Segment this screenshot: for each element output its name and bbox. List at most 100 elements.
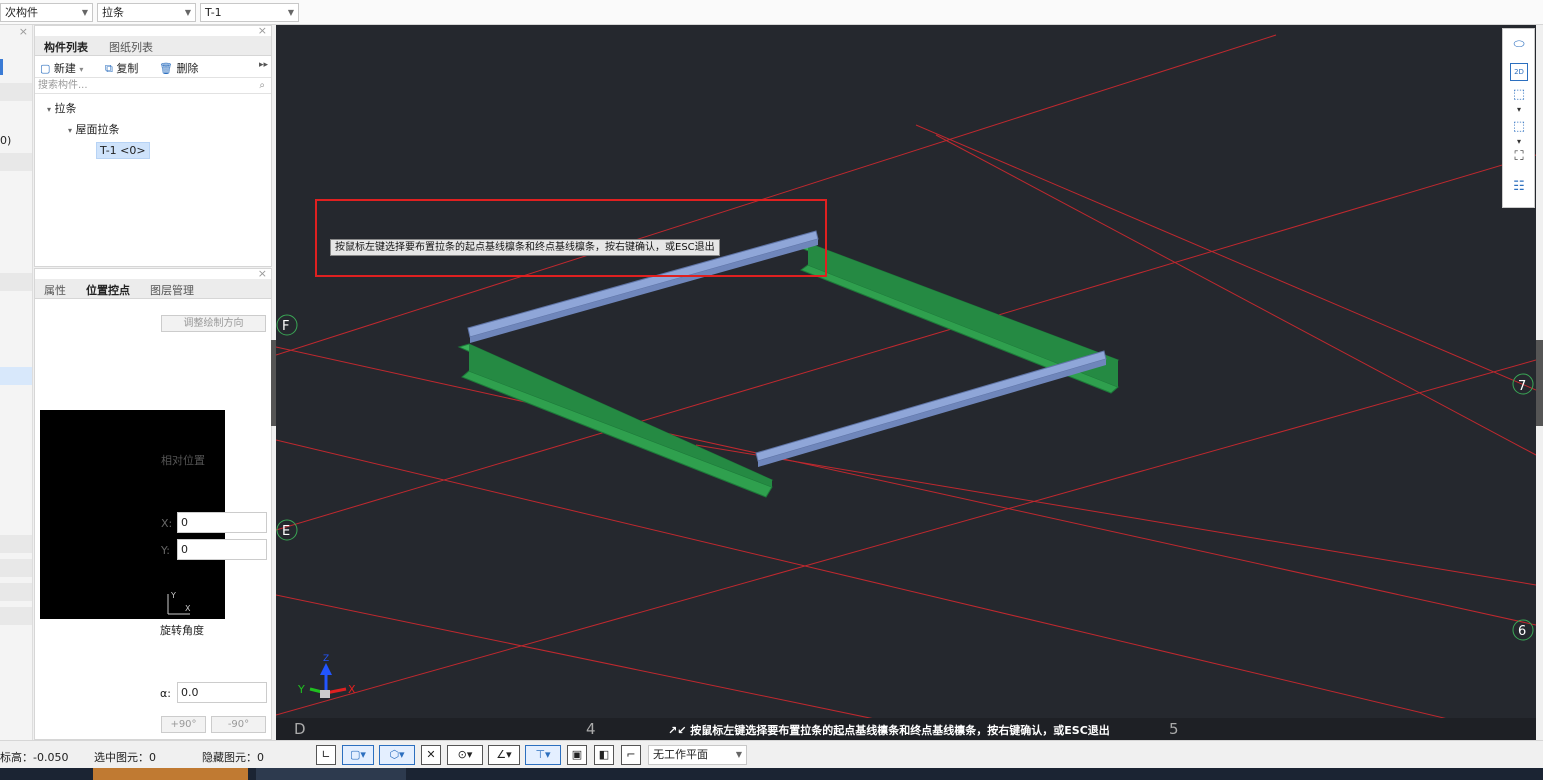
dynamic-input-button[interactable]: ⊤▾ [525, 745, 561, 765]
adjust-direction-button[interactable]: 调整绘制方向 [161, 315, 266, 332]
x-input[interactable]: 0 [177, 512, 267, 533]
axis-label-4: 4 [586, 720, 596, 738]
tab-position-control[interactable]: 位置控点 [86, 282, 130, 298]
orbit-icon[interactable]: ⬭ [1510, 37, 1528, 55]
angle-button[interactable]: ∠▾ [488, 745, 520, 765]
rotation-angle-label: 旋转角度 [160, 624, 204, 637]
new-label: 新建 [53, 62, 76, 75]
layer-icon[interactable]: ◧ [594, 745, 614, 765]
y-input[interactable]: 0 [177, 539, 267, 560]
search-icon[interactable]: ⌕ [259, 78, 265, 93]
chevron-down-icon: ▼ [184, 8, 191, 17]
curve-icon[interactable]: ⌐ [621, 745, 641, 765]
alpha-input[interactable]: 0.0 [177, 682, 267, 703]
axis-marker-7[interactable]: 7 [1512, 373, 1534, 395]
axis-label-F: F [282, 319, 289, 334]
tree-node-root[interactable]: ▾ 拉条 [47, 100, 77, 116]
tab-properties[interactable]: 属性 [44, 282, 66, 298]
gizmo-y-label: Y [297, 683, 305, 696]
viewport-canvas[interactable]: F E 7 6 X Y Z [276, 25, 1536, 740]
svg-text:X: X [185, 604, 191, 613]
component-tree: ▾ 拉条 ▾ 屋面拉条 T-1 <0> [35, 94, 271, 244]
delete-button[interactable]: 🗑 删除 [159, 60, 198, 76]
gizmo-z-label: Z [323, 654, 329, 664]
gizmo-x-label: X [348, 683, 356, 696]
chevron-down-icon: ▼ [287, 8, 294, 17]
axis-marker-6[interactable]: 6 [1512, 619, 1534, 641]
tie-rod-bottom[interactable] [755, 350, 1107, 467]
minus90-button[interactable]: -90° [211, 716, 266, 733]
ortho-icon[interactable]: ∟ [316, 745, 336, 765]
new-button[interactable]: ▢ 新建 ▾ [40, 60, 83, 76]
component-name-select[interactable]: T-1 ▼ [200, 3, 299, 22]
tree-node-child[interactable]: ▾ 屋面拉条 [68, 121, 120, 137]
axis-label-5: 5 [1169, 720, 1179, 738]
axis-label-D: D [294, 720, 306, 738]
copy-button[interactable]: ⧉ 复制 [105, 60, 138, 76]
component-subtype-select[interactable]: 拉条 ▼ [97, 3, 196, 22]
panel-collapse-handle[interactable] [1536, 340, 1543, 426]
taskbar-app[interactable] [256, 768, 406, 780]
y-label: Y: [161, 544, 170, 557]
cross-icon[interactable]: ✕ [421, 745, 441, 765]
axis-marker-F[interactable]: F [276, 314, 298, 336]
top-toolbar: 次构件 ▼ 拉条 ▼ T-1 ▼ [0, 0, 1543, 25]
work-plane-select[interactable]: 无工作平面 ▼ [648, 745, 747, 765]
selected-count: 选中图元：0 [94, 751, 156, 764]
x-label: X: [161, 517, 173, 530]
tree-node-selected[interactable]: T-1 <0> [96, 142, 150, 159]
chevron-down-icon: ▼ [81, 8, 88, 17]
grid-lines [276, 34, 1536, 740]
taskbar-app-active[interactable] [93, 768, 248, 780]
nav-band [0, 273, 32, 291]
elevation-readout: 标高：-0.050 [0, 751, 69, 764]
component-type-select[interactable]: 次构件 ▼ [0, 3, 93, 22]
nav-band [0, 153, 32, 171]
more-icon[interactable]: ▸▸ [259, 60, 268, 70]
nav-band [0, 83, 32, 101]
tab-component-list[interactable]: 构件列表 [44, 39, 88, 55]
axis-label-7: 7 [1518, 379, 1526, 394]
os-taskbar [0, 768, 1543, 780]
object-snap-button[interactable]: ⬡▾ [379, 745, 415, 765]
component-search-input[interactable]: 搜索构件... ⌕ [35, 78, 271, 94]
display-settings-icon[interactable]: ☷ [1510, 179, 1528, 197]
plus90-button[interactable]: +90° [161, 716, 206, 733]
svg-text:Y: Y [170, 591, 176, 600]
2d-view-button[interactable]: 2D [1510, 63, 1528, 81]
close-icon[interactable]: × [19, 25, 28, 38]
panel-collapse-handle[interactable] [271, 340, 276, 426]
polar-tracking-button[interactable]: ⊙▾ [447, 745, 483, 765]
purlin-left[interactable] [457, 343, 774, 498]
tab-layer-management[interactable]: 图层管理 [150, 282, 194, 298]
fullscreen-icon[interactable]: ⛶ [1510, 149, 1528, 167]
copy-icon: ⧉ [105, 62, 113, 75]
cube-view-icon[interactable]: ⬚ [1510, 119, 1528, 137]
status-bar: 标高：-0.050 选中图元：0 隐藏图元：0 ∟ ▢▾ ⬡▾ ✕ ⊙▾ ∠▾ … [0, 740, 1543, 768]
left-navigation-strip: × 0) [0, 25, 33, 740]
snap-button[interactable]: ▢▾ [342, 745, 374, 765]
delete-label: 删除 [176, 62, 199, 75]
nav-active-marker [0, 59, 3, 75]
component-name-value: T-1 [205, 6, 222, 19]
3d-box-icon[interactable]: ⬚ [1510, 87, 1528, 105]
axis-marker-E[interactable]: E [276, 519, 298, 541]
nav-band [0, 607, 32, 625]
tree-node-label: 拉条 [54, 102, 77, 115]
view-gizmo[interactable]: X Y Z [297, 654, 356, 698]
copy-label: 复制 [116, 62, 139, 75]
tree-node-label: 屋面拉条 [75, 123, 120, 136]
chevron-down-icon: ▾ [68, 126, 73, 135]
chevron-down-icon: ▼ [735, 750, 742, 759]
component-type-value: 次构件 [5, 6, 38, 19]
grid-snap-icon[interactable]: ▣ [567, 745, 587, 765]
nav-band-selected[interactable] [0, 367, 32, 385]
property-tabs: 属性 位置控点 图层管理 [35, 279, 271, 299]
component-tabs: 构件列表 图纸列表 [35, 36, 271, 56]
nav-item-label[interactable]: 0) [0, 134, 11, 147]
alpha-label: α: [160, 687, 171, 700]
tab-drawing-list[interactable]: 图纸列表 [109, 39, 153, 55]
3d-viewport[interactable]: F E 7 6 X Y Z D 4 5 [276, 25, 1536, 740]
nav-band [0, 535, 32, 553]
nav-band [0, 559, 32, 577]
